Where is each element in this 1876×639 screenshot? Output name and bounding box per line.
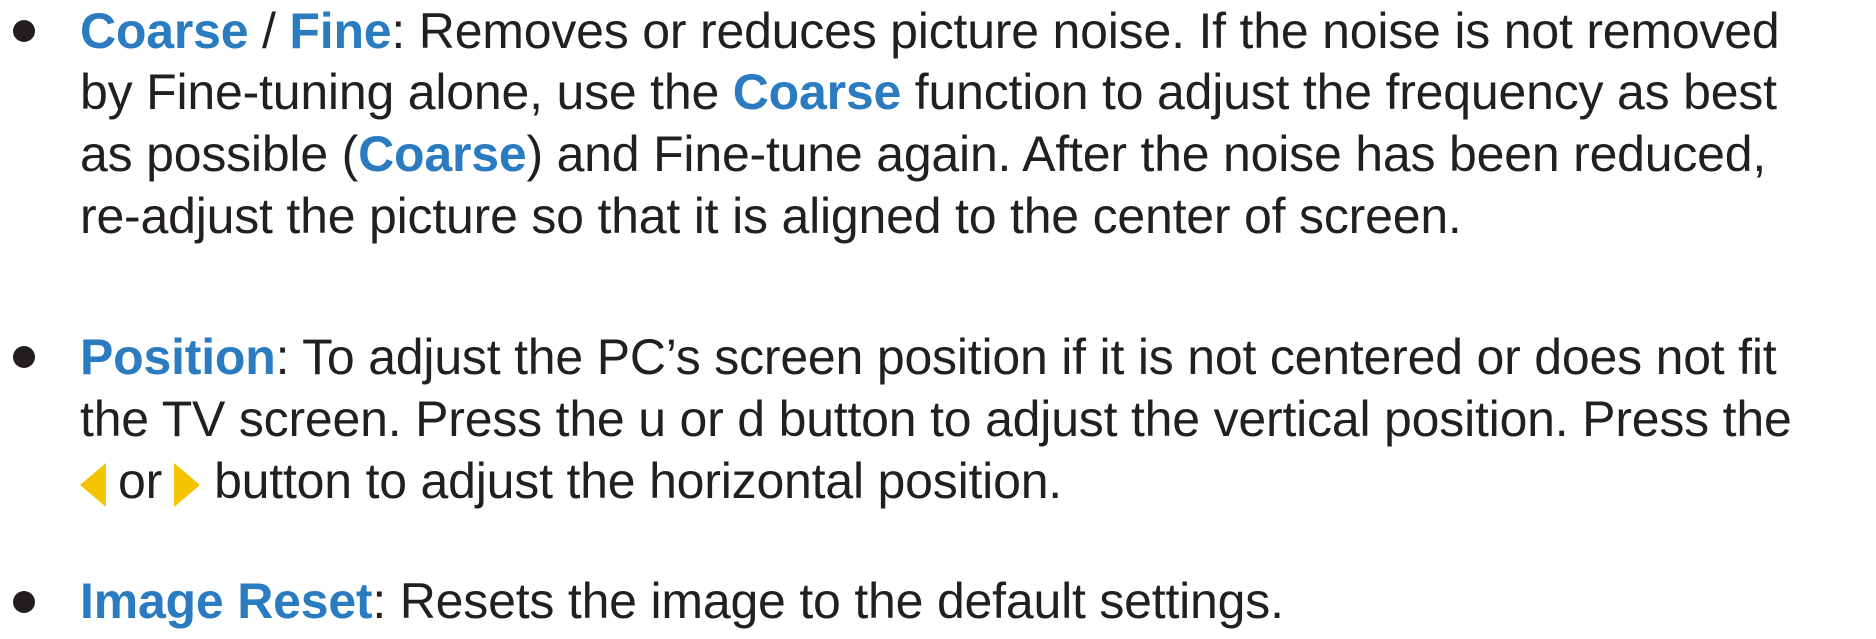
left-arrow-icon: [80, 463, 106, 507]
item-text: : To adjust the PC’s screen position if …: [275, 329, 1777, 385]
bullet-point: [13, 20, 35, 42]
item-text: button to adjust the horizontal position…: [214, 453, 1062, 509]
keyword-coarse: Coarse: [80, 3, 249, 59]
keyword-coarse: Coarse: [358, 126, 527, 182]
item-text: as possible (: [80, 126, 359, 182]
item-line: or button to adjust the horizontal positi…: [80, 444, 1062, 519]
keyword-position: Position: [80, 329, 276, 385]
item-text: function to adjust the frequency as best: [901, 64, 1777, 120]
item-text: by Fine-tuning alone, use the: [80, 64, 733, 120]
item-line: Image Reset: Resets the image to the def…: [80, 564, 1284, 639]
item-text: : Removes or reduces picture noise. If t…: [391, 3, 1780, 59]
keyword-coarse: Coarse: [732, 64, 902, 120]
item-text: re-adjust the picture so that it is alig…: [80, 188, 1462, 244]
keyword-image-reset: Image Reset: [80, 573, 373, 629]
item-line: re-adjust the picture so that it is alig…: [80, 179, 1462, 254]
item-text: or: [118, 453, 163, 509]
item-text: : Resets the image to the default settin…: [372, 573, 1284, 629]
item-text: ) and Fine-tune again. After the noise h…: [526, 126, 1767, 182]
keyword-separator: /: [248, 3, 290, 59]
item-text: the TV screen. Press the u or d button t…: [80, 391, 1792, 447]
keyword-fine: Fine: [289, 3, 392, 59]
bullet-point: [13, 591, 35, 613]
bullet-point: [13, 346, 35, 368]
right-arrow-icon: [174, 463, 201, 507]
